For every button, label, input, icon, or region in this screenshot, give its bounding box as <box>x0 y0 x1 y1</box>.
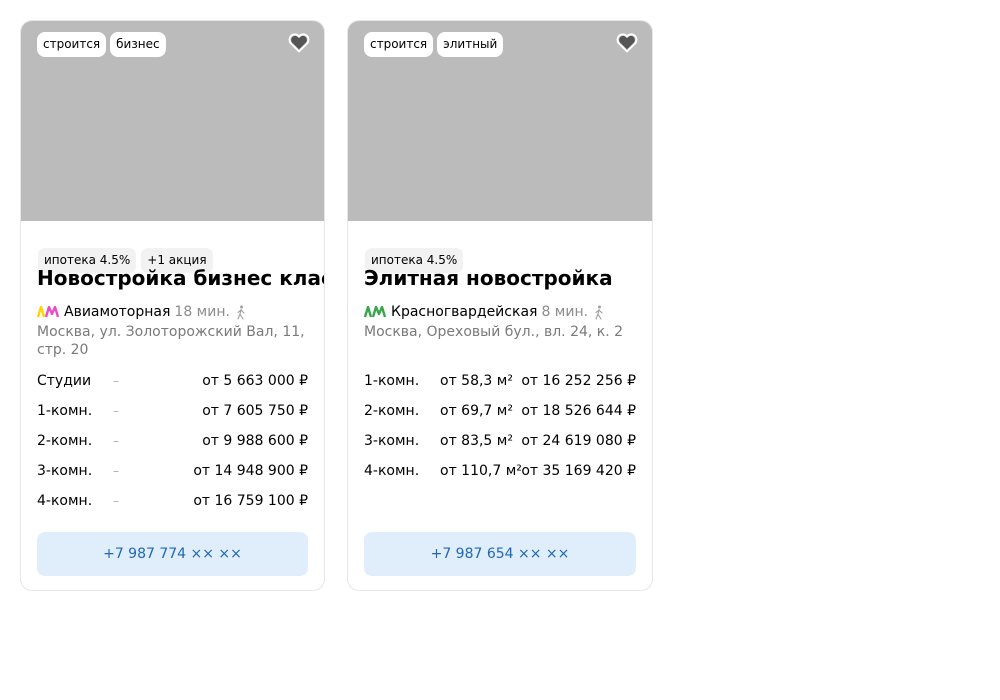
metro-info: Красногвардейская 8 мин. <box>364 302 605 322</box>
metro-info: Авиамоторная 18 мин. <box>37 302 247 322</box>
apartment-type: 2-комн. <box>37 433 93 449</box>
apartment-type: 4-комн. <box>37 493 93 509</box>
apartment-type: 2-комн. <box>364 403 420 419</box>
walking-person-icon <box>595 305 603 320</box>
apartment-type: Студии <box>37 373 92 389</box>
metro-time: 18 мин. <box>174 304 230 320</box>
listing-title[interactable]: Новостройка бизнес класса <box>37 264 324 292</box>
apartment-type: 3-комн. <box>364 433 420 449</box>
apartment-type: 1-комн. <box>37 403 93 419</box>
metro-station: Красногвардейская <box>391 304 538 320</box>
class-tag: элитный <box>437 32 504 57</box>
metro-icon <box>364 306 386 318</box>
show-phone-button[interactable]: +7 987 654 ×× ×× <box>364 532 636 576</box>
price-row[interactable]: 2-комн. от 69,7 м² от 18 526 644 ₽ <box>364 400 636 430</box>
status-tag: строится <box>364 32 434 57</box>
heart-icon[interactable] <box>616 33 638 53</box>
apartment-price: от 9 988 600 ₽ <box>202 433 308 449</box>
status-tags: строится бизнес <box>37 32 166 57</box>
price-row[interactable]: 1-комн. – от 7 605 750 ₽ <box>37 400 308 430</box>
price-row[interactable]: 4-комн. от 110,7 м² от 35 169 420 ₽ <box>364 460 636 490</box>
apartment-price-list: Студии – от 5 663 000 ₽ 1-комн. – от 7 6… <box>37 370 308 520</box>
metro-icon <box>37 306 59 318</box>
status-tag: строится <box>37 32 107 57</box>
listing-card[interactable]: строится бизнес ипотека 4.5% +1 акция Но… <box>20 20 325 591</box>
apartment-price: от 16 759 100 ₽ <box>193 493 308 509</box>
price-row[interactable]: 1-комн. от 58,3 м² от 16 252 256 ₽ <box>364 370 636 400</box>
apartment-price: от 7 605 750 ₽ <box>202 403 308 419</box>
price-row[interactable]: 4-комн. – от 16 759 100 ₽ <box>37 490 308 520</box>
apartment-area: от 58,3 м² <box>440 373 513 389</box>
apartment-area: – <box>113 434 119 448</box>
apartment-price: от 14 948 900 ₽ <box>193 463 308 479</box>
apartment-price-list: 1-комн. от 58,3 м² от 16 252 256 ₽ 2-ком… <box>364 370 636 490</box>
price-row[interactable]: Студии – от 5 663 000 ₽ <box>37 370 308 400</box>
apartment-area: – <box>113 494 119 508</box>
apartment-type: 3-комн. <box>37 463 93 479</box>
apartment-area: от 83,5 м² <box>440 433 513 449</box>
apartment-price: от 24 619 080 ₽ <box>521 433 636 449</box>
show-phone-button[interactable]: +7 987 774 ×× ×× <box>37 532 308 576</box>
walking-person-icon <box>237 305 245 320</box>
listing-title[interactable]: Элитная новостройка <box>364 264 642 292</box>
listing-address: Москва, Ореховый бул., вл. 24, к. 2 <box>364 324 624 340</box>
metro-station: Авиамоторная <box>64 304 171 320</box>
apartment-type: 4-комн. <box>364 463 420 479</box>
price-row[interactable]: 3-комн. – от 14 948 900 ₽ <box>37 460 308 490</box>
apartment-area: от 69,7 м² <box>440 403 513 419</box>
listing-address: Москва, ул. Золоторожский Вал, 11, стр. … <box>37 324 305 358</box>
apartment-area: – <box>113 404 119 418</box>
apartment-price: от 16 252 256 ₽ <box>521 373 636 389</box>
metro-time: 8 мин. <box>541 304 589 320</box>
apartment-type: 1-комн. <box>364 373 420 389</box>
apartment-price: от 5 663 000 ₽ <box>202 373 308 389</box>
apartment-area: – <box>113 374 119 388</box>
apartment-area: – <box>113 464 119 478</box>
heart-icon[interactable] <box>288 33 310 53</box>
price-row[interactable]: 3-комн. от 83,5 м² от 24 619 080 ₽ <box>364 430 636 460</box>
class-tag: бизнес <box>110 32 166 57</box>
price-row[interactable]: 2-комн. – от 9 988 600 ₽ <box>37 430 308 460</box>
apartment-price: от 18 526 644 ₽ <box>521 403 636 419</box>
apartment-area: от 110,7 м² <box>440 463 522 479</box>
listing-card[interactable]: строится элитный ипотека 4.5% Элитная но… <box>347 20 653 591</box>
apartment-price: от 35 169 420 ₽ <box>521 463 636 479</box>
status-tags: строится элитный <box>364 32 504 57</box>
